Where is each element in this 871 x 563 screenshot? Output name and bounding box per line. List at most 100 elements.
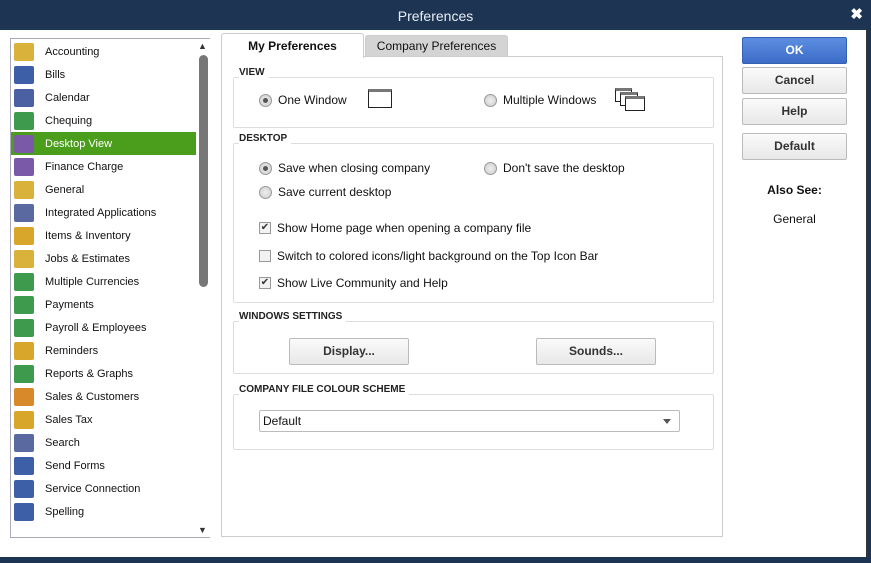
title-bar: Preferences: [0, 0, 871, 30]
divider: [866, 30, 868, 557]
also-see-general-link[interactable]: General: [742, 212, 847, 226]
show-home-page-checkbox[interactable]: ✔ Show Home page when opening a company f…: [259, 221, 531, 235]
window-title: Preferences: [397, 8, 474, 24]
sidebar-item-label: Multiple Currencies: [45, 275, 140, 288]
save-current-desktop-radio[interactable]: Save current desktop: [259, 185, 391, 199]
ok-button[interactable]: OK: [742, 37, 847, 64]
sidebar-item-label: Chequing: [45, 114, 93, 127]
colour-scheme-select[interactable]: Default: [259, 410, 680, 432]
chevron-down-icon: [663, 419, 671, 424]
sidebar-item[interactable]: Calendar: [11, 86, 196, 109]
scroll-up-icon[interactable]: ▲: [198, 41, 207, 51]
sidebar-item[interactable]: Spelling: [11, 500, 196, 523]
sidebar-item-label: Send Forms: [45, 459, 105, 472]
sidebar-item-label: Sales Tax: [45, 413, 93, 426]
preferences-list: Accounting Bills Calendar Chequing Desktop V…: [10, 38, 210, 538]
radio-label: Multiple Windows: [503, 93, 597, 107]
sidebar-item-label: Finance Charge: [45, 160, 124, 173]
sidebar-item[interactable]: Sales Tax: [11, 408, 196, 431]
sidebar-item-label: Search: [45, 436, 80, 449]
group-label: VIEW: [239, 67, 269, 78]
bills-icon: [14, 65, 34, 84]
group-label: WINDOWS SETTINGS: [239, 311, 347, 322]
multiple-currencies-icon: [14, 272, 34, 291]
sidebar-item[interactable]: Integrated Applications: [11, 201, 196, 224]
sidebar-item[interactable]: Service Connection: [11, 477, 196, 500]
close-icon[interactable]: ✖: [850, 6, 863, 24]
sidebar-item-label: Bills: [45, 68, 66, 81]
save-when-closing-radio[interactable]: Save when closing company: [259, 161, 430, 175]
sidebar-item[interactable]: Multiple Currencies: [11, 270, 196, 293]
scroll-down-icon[interactable]: ▼: [198, 525, 207, 535]
multiple-windows-radio[interactable]: Multiple Windows: [484, 93, 596, 107]
sidebar-item-label: Reminders: [45, 344, 99, 357]
group-label: DESKTOP: [239, 133, 292, 144]
one-window-icon: [368, 89, 392, 108]
sidebar-item[interactable]: Chequing: [11, 109, 196, 132]
select-value: Default: [263, 414, 302, 428]
sidebar-item-label: Accounting: [45, 45, 100, 58]
sidebar-item[interactable]: Desktop View: [11, 132, 196, 155]
sales-tax-icon: [14, 410, 34, 429]
radio-label: Don't save the desktop: [503, 161, 625, 175]
sidebar-item-label: Jobs & Estimates: [45, 252, 130, 265]
sidebar-item[interactable]: Reports & Graphs: [11, 362, 196, 385]
tab-my-preferences[interactable]: My Preferences: [221, 33, 364, 58]
sounds-button[interactable]: Sounds...: [536, 338, 656, 365]
reminders-icon: [14, 341, 34, 360]
help-button[interactable]: Help: [742, 98, 847, 125]
send-forms-icon: [14, 456, 34, 475]
sidebar-item[interactable]: Items & Inventory: [11, 224, 196, 247]
sidebar-item-label: Reports & Graphs: [45, 367, 134, 380]
calendar-icon: [14, 88, 34, 107]
jobs-estimates-icon: [14, 249, 34, 268]
sidebar-item[interactable]: Payroll & Employees: [11, 316, 196, 339]
sidebar-item-label: Integrated Applications: [45, 206, 157, 219]
payments-icon: [14, 295, 34, 314]
chequing-icon: [14, 111, 34, 130]
sidebar-item-label: Desktop View: [45, 137, 113, 150]
service-connection-icon: [14, 479, 34, 498]
sidebar-item[interactable]: Send Forms: [11, 454, 196, 477]
reports-graphs-icon: [14, 364, 34, 383]
sidebar-item[interactable]: Accounting: [11, 40, 196, 63]
integrated-applications-icon: [14, 203, 34, 222]
sidebar-item-label: Items & Inventory: [45, 229, 131, 242]
sidebar-item[interactable]: General: [11, 178, 196, 201]
checkbox-label: Switch to colored icons/light background…: [277, 249, 599, 263]
switch-icons-checkbox[interactable]: Switch to colored icons/light background…: [259, 249, 598, 263]
default-button[interactable]: Default: [742, 133, 847, 160]
display-button[interactable]: Display...: [289, 338, 409, 365]
sidebar-item[interactable]: Finance Charge: [11, 155, 196, 178]
sidebar-item-label: Sales & Customers: [45, 390, 140, 403]
search-icon: [14, 433, 34, 452]
sidebar-item[interactable]: Jobs & Estimates: [11, 247, 196, 270]
accounting-icon: [14, 42, 34, 61]
finance-charge-icon: [14, 157, 34, 176]
sales-customers-icon: [14, 387, 34, 406]
tab-company-preferences[interactable]: Company Preferences: [365, 35, 508, 56]
scrollbar[interactable]: ▲ ▼: [197, 39, 210, 537]
general-icon: [14, 180, 34, 199]
dont-save-desktop-radio[interactable]: Don't save the desktop: [484, 161, 625, 175]
also-see-label: Also See:: [767, 183, 822, 197]
sidebar-item[interactable]: Sales & Customers: [11, 385, 196, 408]
desktop-view-icon: [14, 134, 34, 153]
tab-label: Company Preferences: [376, 39, 497, 53]
sidebar-item-label: Spelling: [45, 505, 85, 518]
scrollbar-thumb[interactable]: [199, 55, 208, 287]
items-inventory-icon: [14, 226, 34, 245]
sidebar-item[interactable]: Bills: [11, 63, 196, 86]
spelling-icon: [14, 502, 34, 521]
show-live-community-checkbox[interactable]: ✔ Show Live Community and Help: [259, 276, 448, 290]
checkbox-label: Show Live Community and Help: [277, 276, 448, 290]
radio-label: Save current desktop: [278, 185, 392, 199]
tab-label: My Preferences: [248, 39, 337, 53]
sidebar-item[interactable]: Search: [11, 431, 196, 454]
one-window-radio[interactable]: One Window: [259, 93, 347, 107]
cancel-button[interactable]: Cancel: [742, 67, 847, 94]
sidebar-item-label: Payroll & Employees: [45, 321, 147, 334]
sidebar-item-label: Payments: [45, 298, 94, 311]
sidebar-item[interactable]: Payments: [11, 293, 196, 316]
sidebar-item[interactable]: Reminders: [11, 339, 196, 362]
